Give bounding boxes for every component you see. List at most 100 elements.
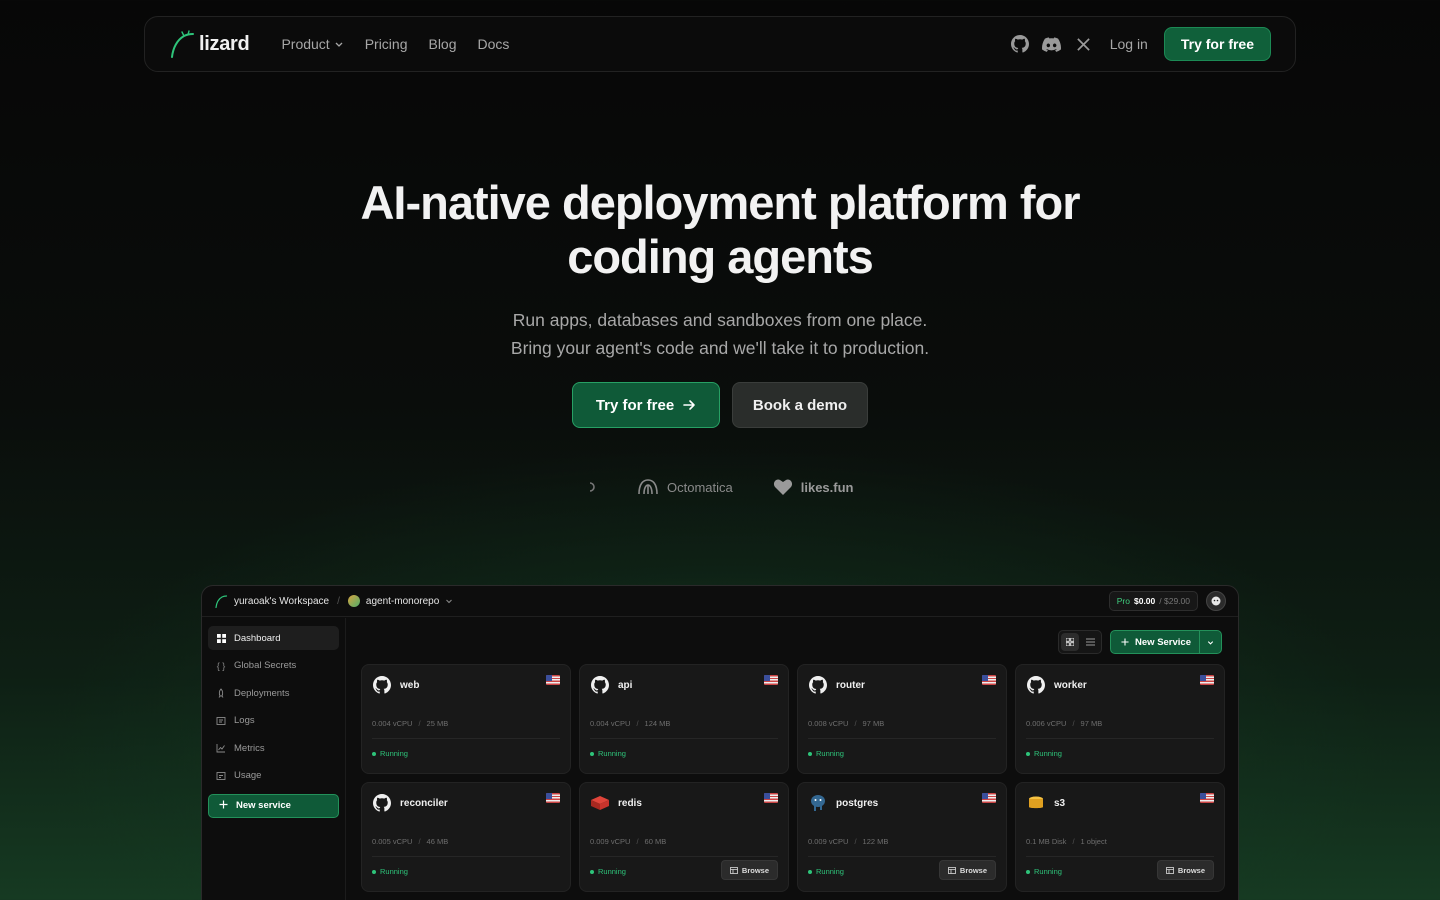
- service-card-header: postgres: [808, 793, 996, 813]
- service-resource-primary: 0.008 vCPU: [808, 719, 849, 728]
- service-card[interactable]: worker 0.006 vCPU / 97 MB Running: [1015, 664, 1225, 774]
- nav-docs[interactable]: Docs: [478, 36, 510, 52]
- service-card[interactable]: redis 0.009 vCPU / 60 MB Running Browse: [579, 782, 789, 892]
- resource-separator: /: [1072, 719, 1075, 728]
- chevron-down-icon[interactable]: [444, 596, 454, 606]
- github-icon: [1026, 675, 1046, 695]
- dashboard-topbar: yuraoak's Workspace / agent-monorepo Pro…: [202, 586, 1238, 617]
- service-card-header: web: [372, 675, 560, 695]
- plan-limit: / $29.00: [1159, 596, 1190, 606]
- nav-blog[interactable]: Blog: [428, 36, 456, 52]
- service-resource-primary: 0.009 vCPU: [808, 837, 849, 846]
- service-card[interactable]: api 0.004 vCPU / 124 MB Running: [579, 664, 789, 774]
- lizard-logo[interactable]: lizard: [169, 30, 250, 58]
- github-icon[interactable]: [1010, 34, 1030, 54]
- sidebar-item-metrics[interactable]: Metrics: [208, 736, 339, 760]
- service-resource-secondary: 60 MB: [644, 837, 667, 846]
- user-avatar-icon: [1211, 596, 1221, 606]
- new-service-main[interactable]: New Service: [1111, 631, 1199, 653]
- table-icon: [1166, 866, 1174, 874]
- service-resources: 0.006 vCPU / 97 MB: [1026, 719, 1214, 739]
- browse-label: Browse: [1177, 865, 1205, 875]
- status-badge: Running: [808, 867, 844, 876]
- service-resources: 0.004 vCPU / 25 MB: [372, 719, 560, 739]
- try-for-free-nav-button[interactable]: Try for free: [1163, 27, 1271, 61]
- login-link[interactable]: Log in: [1110, 36, 1148, 52]
- new-service-button[interactable]: New Service: [1110, 630, 1222, 654]
- partial-logo-icon: [585, 481, 597, 493]
- github-icon: [372, 793, 392, 813]
- hero-title: AI-native deployment platform for coding…: [0, 176, 1440, 284]
- hero-subtitle-line1: Run apps, databases and sandboxes from o…: [512, 310, 928, 330]
- resource-separator: /: [418, 719, 421, 728]
- service-resources: 0.009 vCPU / 60 MB: [590, 837, 778, 857]
- sidebar-item-dashboard[interactable]: Dashboard: [208, 626, 339, 650]
- service-card-header: api: [590, 675, 778, 695]
- table-icon: [730, 866, 738, 874]
- us-flag-icon: [546, 675, 560, 685]
- postgres-icon: [808, 793, 828, 813]
- service-card[interactable]: reconciler 0.005 vCPU / 46 MB Running: [361, 782, 571, 892]
- status-badge: Running: [372, 749, 408, 758]
- service-card-header: s3: [1026, 793, 1214, 813]
- heart-icon: [773, 479, 792, 495]
- project-name[interactable]: agent-monorepo: [366, 596, 439, 607]
- sidebar-new-service-button[interactable]: New service: [208, 793, 339, 818]
- chevron-down-icon[interactable]: [1199, 631, 1221, 653]
- plan-tier: Pro: [1116, 596, 1130, 606]
- try-for-free-button[interactable]: Try for free: [572, 382, 720, 428]
- view-toggle: [1058, 630, 1103, 654]
- browse-button[interactable]: Browse: [720, 860, 778, 880]
- avatar[interactable]: [1206, 591, 1226, 611]
- dashboard-preview: yuraoak's Workspace / agent-monorepo Pro…: [201, 585, 1239, 900]
- service-resources: 0.008 vCPU / 97 MB: [808, 719, 996, 739]
- sidebar-item-usage[interactable]: Usage: [208, 764, 339, 788]
- project-avatar: [347, 595, 360, 607]
- nav-product[interactable]: Product: [281, 36, 343, 52]
- status-badge: Running: [372, 867, 408, 876]
- sidebar-item-label: Deployments: [234, 687, 290, 699]
- us-flag-icon: [982, 675, 996, 685]
- table-icon: [948, 866, 956, 874]
- sidebar-item-label: Metrics: [234, 742, 265, 754]
- customer-logos: Octomatica likes.fun: [585, 478, 854, 496]
- sidebar-item-global-secrets[interactable]: { } Global Secrets: [208, 654, 339, 678]
- service-card-header: redis: [590, 793, 778, 813]
- chart-icon: [216, 743, 226, 753]
- list-view-icon[interactable]: [1081, 633, 1099, 651]
- service-card[interactable]: router 0.008 vCPU / 97 MB Running: [797, 664, 1007, 774]
- book-demo-button[interactable]: Book a demo: [732, 382, 868, 428]
- breadcrumb-separator: /: [337, 595, 340, 607]
- discord-icon[interactable]: [1042, 34, 1062, 54]
- github-icon: [372, 675, 392, 695]
- status-badge: Running: [808, 749, 844, 758]
- resource-separator: /: [1072, 837, 1075, 846]
- service-name: worker: [1054, 679, 1087, 691]
- rocket-icon: [216, 688, 226, 698]
- plan-badge[interactable]: Pro $0.00 / $29.00: [1108, 591, 1198, 611]
- workspace-name[interactable]: yuraoak's Workspace: [234, 596, 329, 607]
- status-badge: Running: [1026, 867, 1062, 876]
- hero-title-line1: AI-native deployment platform for: [360, 176, 1080, 229]
- sidebar-item-deployments[interactable]: Deployments: [208, 681, 339, 705]
- new-service-label: New Service: [1135, 636, 1191, 648]
- x-icon[interactable]: [1074, 34, 1094, 54]
- service-card[interactable]: s3 0.1 MB Disk / 1 object Running Browse: [1015, 782, 1225, 892]
- sidebar-item-logs[interactable]: Logs: [208, 709, 339, 733]
- service-card[interactable]: web 0.004 vCPU / 25 MB Running: [361, 664, 571, 774]
- us-flag-icon: [1200, 793, 1214, 803]
- nav-pricing[interactable]: Pricing: [365, 36, 408, 52]
- service-resource-primary: 0.004 vCPU: [372, 719, 413, 728]
- service-card[interactable]: postgres 0.009 vCPU / 122 MB Running Browse: [797, 782, 1007, 892]
- service-name: redis: [618, 797, 642, 809]
- octomatica-name: Octomatica: [667, 479, 733, 495]
- service-resources: 0.009 vCPU / 122 MB: [808, 837, 996, 857]
- browse-button[interactable]: Browse: [1156, 860, 1214, 880]
- hero-subtitle-line2: Bring your agent's code and we'll take i…: [510, 338, 930, 358]
- service-name: web: [400, 679, 420, 691]
- browse-button[interactable]: Browse: [938, 860, 996, 880]
- grid-view-icon[interactable]: [1061, 633, 1080, 651]
- try-for-free-label: Try for free: [595, 396, 675, 414]
- plus-icon: [219, 800, 228, 812]
- us-flag-icon: [546, 793, 560, 803]
